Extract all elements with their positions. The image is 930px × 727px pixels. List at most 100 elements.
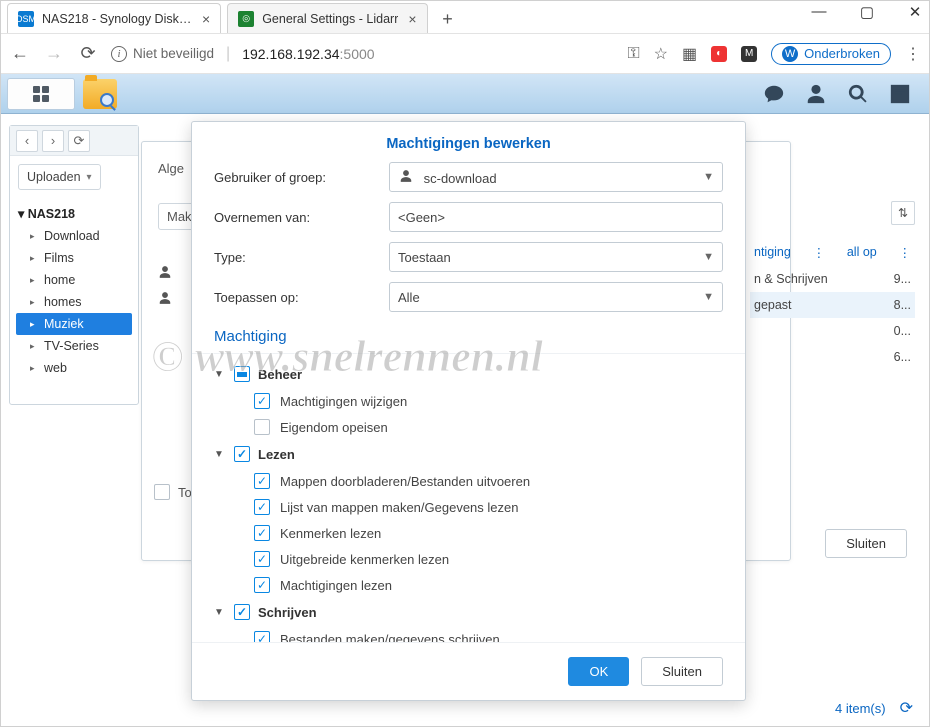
tab-close-icon[interactable]: × [202,11,210,27]
tree-item-muziek[interactable]: ▸Muziek [16,313,132,335]
apply-subfolders-checkbox[interactable]: To [154,484,192,500]
label-apply: Toepassen op: [214,290,389,305]
widgets-icon[interactable] [889,83,911,105]
tab-title: General Settings - Lidarr [262,12,398,26]
tree-item-web[interactable]: ▸web [16,357,132,379]
key-icon[interactable]: ⚿ [627,45,639,63]
file-station-icon[interactable] [83,79,117,109]
dialog-title: Machtigingen bewerken [192,122,745,162]
address-bar: ← → ⟳ i Niet beveiligd | 192.168.192.34:… [1,34,929,74]
group-lezen[interactable]: ▼ ✓ Lezen [214,440,731,468]
tree-item-download[interactable]: ▸Download [16,225,132,247]
tree-item-films[interactable]: ▸Films [16,247,132,269]
browser-tabstrip: DSM NAS218 - Synology DiskStation × ◎ Ge… [1,1,929,34]
kebab-menu-icon[interactable]: ⋮ [905,44,921,64]
extension-badge-m[interactable]: M [741,46,757,62]
perm-label: Machtigingen wijzigen [280,394,407,409]
perm-list[interactable]: ✓Lijst van mappen maken/Gegevens lezen [214,494,731,520]
tab-dsm[interactable]: DSM NAS218 - Synology DiskStation × [7,3,221,33]
user-icon [398,169,414,183]
dialog-close-button[interactable]: Sluiten [641,657,723,686]
perm-create-files[interactable]: ✓Bestanden maken/gegevens schrijven [214,626,731,643]
refresh-icon[interactable]: ⟳ [900,698,913,718]
extension-badge-red[interactable]: ◐ [711,46,727,62]
checkbox[interactable]: ✓ [254,419,270,435]
bg-close-button[interactable]: Sluiten [825,529,907,558]
group-beheer[interactable]: ▼ Beheer [214,360,731,388]
perm-read-ext-attr[interactable]: ✓ Uitgebreide kenmerken lezen [214,546,731,572]
status-bar: 4 item(s) ⟳ [835,698,913,718]
user-icon[interactable] [805,83,827,105]
path-back-button[interactable]: ‹ [16,130,38,152]
url-host: 192.168.192.34 [242,46,339,62]
search-icon[interactable] [847,83,869,105]
cell: 8... [894,298,911,312]
perm-label: Eigendom opeisen [280,420,388,435]
upload-button[interactable]: Uploaden ▾ [18,164,101,190]
folder-tree: ▾ NAS218 ▸Download ▸Films ▸home ▸homes ▸… [10,198,138,383]
chat-icon[interactable] [763,83,785,105]
perm-label: Kenmerken lezen [280,526,381,541]
perm-label: Uitgebreide kenmerken lezen [280,552,449,567]
lidarr-favicon: ◎ [238,11,254,27]
profile-chip[interactable]: W Onderbroken [771,43,891,65]
cell: 9... [894,272,911,286]
not-secure-label: Niet beveiligd [133,46,214,61]
chevron-down-icon: ▼ [703,291,714,303]
user-group-select[interactable]: sc-download ▼ [389,162,723,192]
perm-take-ownership[interactable]: ✓ Eigendom opeisen [214,414,731,440]
path-refresh-button[interactable]: ⟳ [68,130,90,152]
not-secure-indicator[interactable]: i Niet beveiligd [111,46,214,62]
tree-item-homes[interactable]: ▸homes [16,291,132,313]
tree-root[interactable]: ▾ NAS218 [16,202,132,225]
bg-tab-general[interactable]: Alge [158,161,184,176]
inherit-select[interactable]: <Geen> [389,202,723,232]
perm-read-attr[interactable]: ✓ Kenmerken lezen [214,520,731,546]
checkbox[interactable]: ✓ [254,473,270,489]
apply-value: Alle [398,290,420,305]
nav-reload-icon[interactable]: ⟳ [77,43,99,64]
label-type: Type: [214,250,389,265]
checkbox-beheer[interactable] [234,366,250,382]
apply-select[interactable]: Alle ▼ [389,282,723,312]
sort-button[interactable]: ⇅ [891,201,915,225]
checkbox[interactable]: ✓ [254,525,270,541]
user-value: sc-download [424,171,497,186]
tab-title: NAS218 - Synology DiskStation [42,12,192,26]
col-applyon: all op [847,245,877,260]
checkbox[interactable]: ✓ [254,551,270,567]
upload-label: Uploaden [27,170,81,184]
user-row-icon [157,265,173,284]
user-row-icon [157,291,173,310]
profile-label: Onderbroken [804,46,880,61]
group-schrijven[interactable]: ▼ ✓ Schrijven [214,598,731,626]
checkbox[interactable]: ✓ [254,393,270,409]
tree-item-tvseries[interactable]: ▸TV-Series [16,335,132,357]
window-maximize[interactable]: ▢ [855,3,879,21]
collapse-icon: ▼ [214,449,226,460]
star-icon[interactable]: ☆ [654,44,668,64]
tree-item-home[interactable]: ▸home [16,269,132,291]
checkbox[interactable]: ✓ [254,499,270,515]
tab-close-icon[interactable]: × [408,11,416,27]
checkbox-schrijven[interactable]: ✓ [234,604,250,620]
type-select[interactable]: Toestaan ▼ [389,242,723,272]
dsm-main-menu-button[interactable] [7,78,75,110]
permissions-tree[interactable]: ▼ Beheer ✓ Machtigingen wijzigen ✓ Eigendo… [192,353,745,643]
checkbox[interactable]: ✓ [254,577,270,593]
nav-back-icon[interactable]: ← [9,43,31,64]
ok-button[interactable]: OK [568,657,629,686]
checkbox[interactable]: ✓ [254,631,270,643]
perm-change-permissions[interactable]: ✓ Machtigingen wijzigen [214,388,731,414]
window-close[interactable]: ✕ [903,3,927,21]
url-display[interactable]: 192.168.192.34:5000 [242,46,374,62]
path-forward-button[interactable]: › [42,130,64,152]
extension-icon[interactable]: ▦ [682,44,697,64]
checkbox-lezen[interactable]: ✓ [234,446,250,462]
cell: gepast [754,298,792,312]
perm-read-perms[interactable]: ✓Machtigingen lezen [214,572,731,598]
new-tab-button[interactable]: + [434,5,462,33]
window-minimize[interactable]: — [807,3,831,21]
tab-lidarr[interactable]: ◎ General Settings - Lidarr × [227,3,427,33]
perm-traverse[interactable]: ✓Mappen doorbladeren/Bestanden uitvoeren [214,468,731,494]
